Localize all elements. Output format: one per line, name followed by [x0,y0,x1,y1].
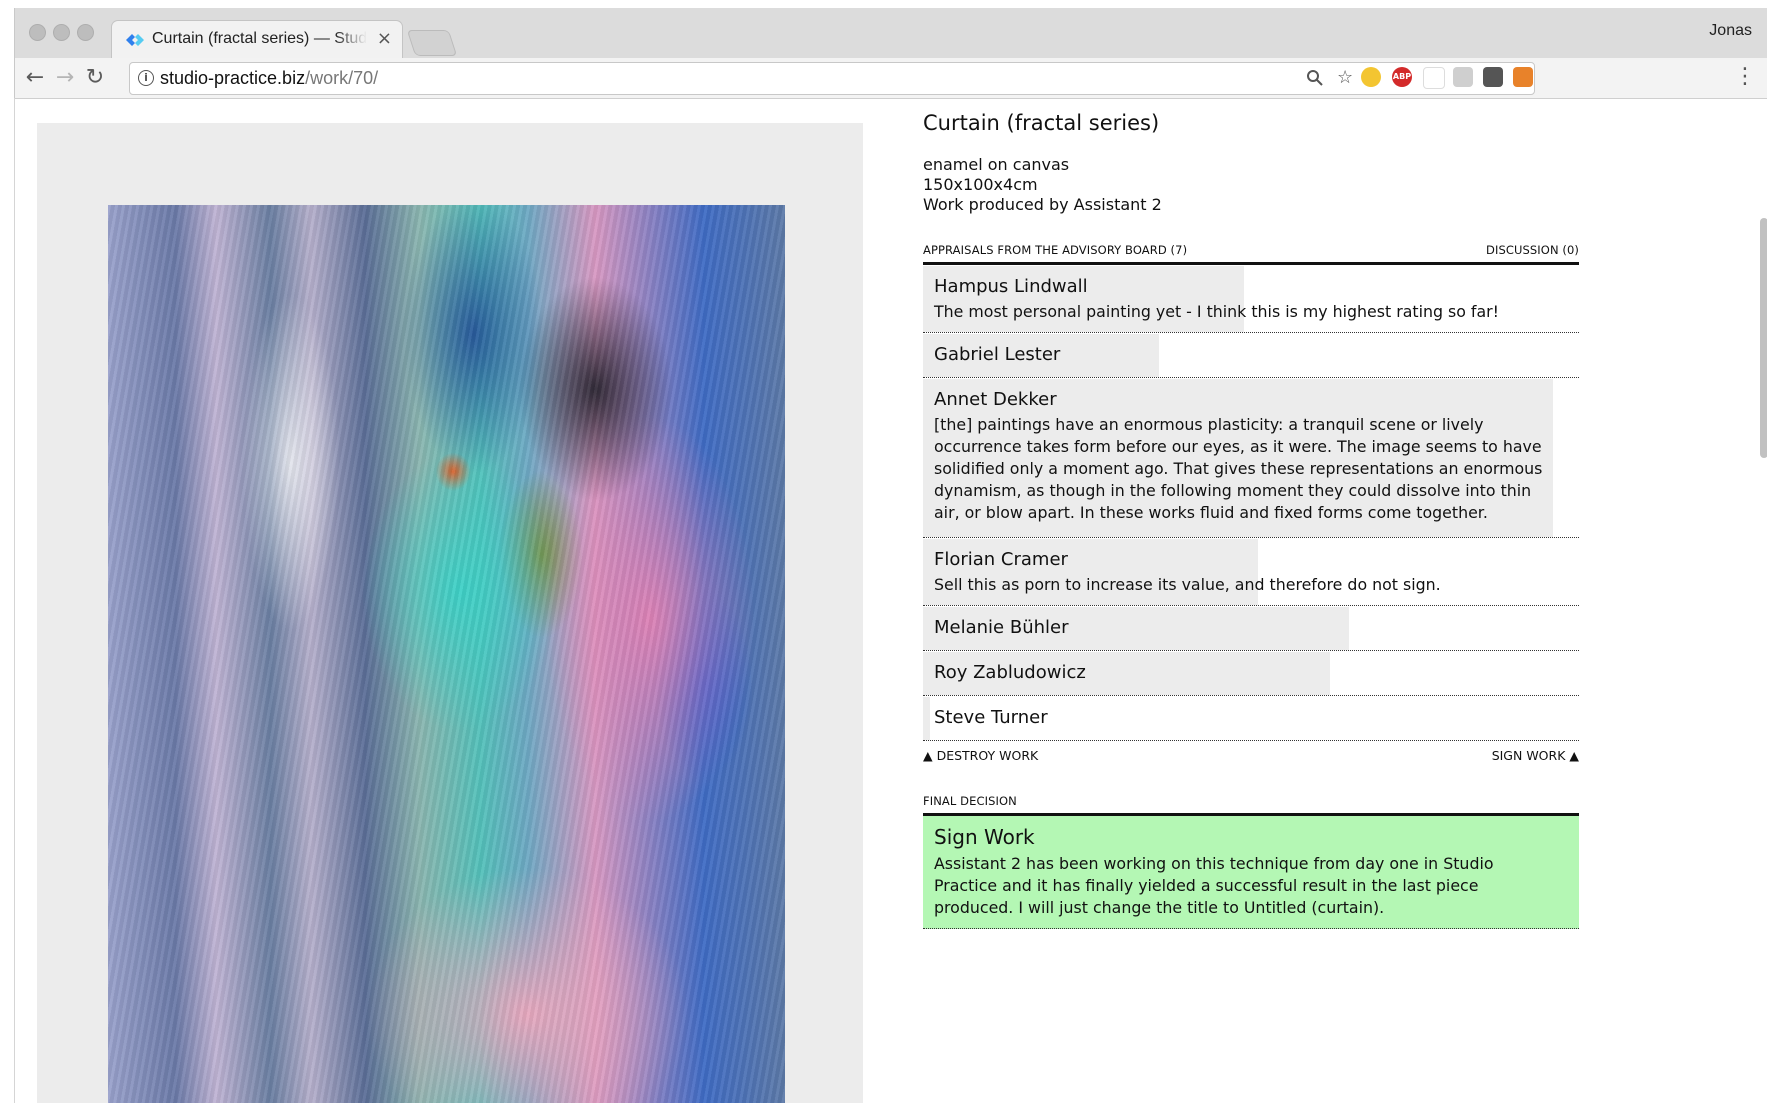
tab-bar: Curtain (fractal series) — Studio Practi… [15,8,1767,59]
appraisal-item: Hampus Lindwall The most personal painti… [923,266,1579,333]
final-decision-comment: Assistant 2 has been working on this tec… [934,854,1494,917]
appraisal-item: Melanie Bühler [923,607,1579,651]
artwork-photo-frame [37,123,863,1103]
address-bar[interactable]: i studio-practice.biz/work/70/ ☆ [129,62,1535,95]
face-extension-icon[interactable] [1361,67,1381,87]
work-medium: enamel on canvas [923,155,1070,174]
final-decision-title: Sign Work [934,825,1035,849]
discussion-link[interactable]: Discussion (0) [1486,243,1579,257]
minimize-window-button[interactable] [53,24,70,41]
appraiser-name: Hampus Lindwall [934,276,1088,297]
tab-close-icon[interactable]: × [377,29,392,49]
work-dimensions: 150x100x4cm [923,175,1038,194]
url-text[interactable]: studio-practice.biz/work/70/ [160,68,378,89]
new-tab-button[interactable] [406,30,458,56]
appraiser-name: Annet Dekker [934,389,1057,410]
maximize-window-button[interactable] [77,24,94,41]
site-info-icon[interactable]: i [138,70,154,86]
page-scrollbar-thumb[interactable] [1760,218,1767,458]
appraisal-item: Annet Dekker [the] paintings have an eno… [923,379,1579,538]
work-title: Curtain (fractal series) [923,111,1160,135]
site-favicon-icon [126,34,144,46]
page-content: Curtain (fractal series) enamel on canva… [14,98,1767,1103]
appraiser-name: Florian Cramer [934,549,1068,570]
url-path: /work/70/ [305,68,379,88]
reload-icon[interactable]: ↻ [81,64,109,92]
appraiser-name: Roy Zabludowicz [934,662,1086,683]
browser-window-chrome: Curtain (fractal series) — Studio Practi… [14,8,1767,99]
appraiser-name: Gabriel Lester [934,344,1061,365]
page-extension-icon[interactable] [1453,67,1473,87]
artwork-painting-image [108,205,785,1103]
appraiser-name: Melanie Bühler [934,617,1069,638]
destroy-work-button[interactable]: ▲ Destroy work [923,748,1038,763]
appraisal-item: Steve Turner [923,697,1579,741]
appraisal-item: Roy Zabludowicz [923,652,1579,696]
adblock-icon[interactable]: ABP [1392,67,1412,87]
appraiser-name: Steve Turner [934,707,1048,728]
profile-name[interactable]: Jonas [1709,22,1752,40]
blank-extension-icon[interactable] [1423,67,1445,89]
close-window-button[interactable] [29,24,46,41]
pocket-icon[interactable] [1483,67,1503,87]
appraisals-header: Appraisals from the advisory board (7) [923,243,1188,257]
browser-tab-active[interactable]: Curtain (fractal series) — Studio Practi… [111,20,403,59]
tab-title: Curtain (fractal series) — Studio Practi… [152,30,367,47]
final-decision-header: Final decision [923,794,1017,808]
browser-toolbar: ← → ↻ i studio-practice.biz/work/70/ ☆ A… [15,58,1767,99]
sign-work-button[interactable]: Sign work ▲ [1492,748,1579,763]
browser-menu-icon[interactable]: ⋮ [1734,64,1756,89]
appraisals-rule [923,262,1579,265]
appraisal-item: Gabriel Lester [923,334,1579,378]
final-decision-box: Sign Work Assistant 2 has been working o… [923,816,1579,929]
zoom-search-icon[interactable] [1306,69,1324,87]
fox-extension-icon[interactable] [1513,67,1533,87]
forward-arrow-icon[interactable]: → [51,64,79,92]
back-arrow-icon[interactable]: ← [21,64,49,92]
appraisal-item: Florian Cramer Sell this as porn to incr… [923,539,1579,606]
url-host: studio-practice.biz [160,68,306,88]
appraisal-comment: Sell this as porn to increase its value,… [934,575,1441,594]
bookmark-star-icon[interactable]: ☆ [1337,67,1353,88]
work-producer: Work produced by Assistant 2 [923,195,1162,214]
appraisal-comment: [the] paintings have an enormous plastic… [934,415,1543,522]
appraisal-comment: The most personal painting yet - I think… [934,302,1500,321]
